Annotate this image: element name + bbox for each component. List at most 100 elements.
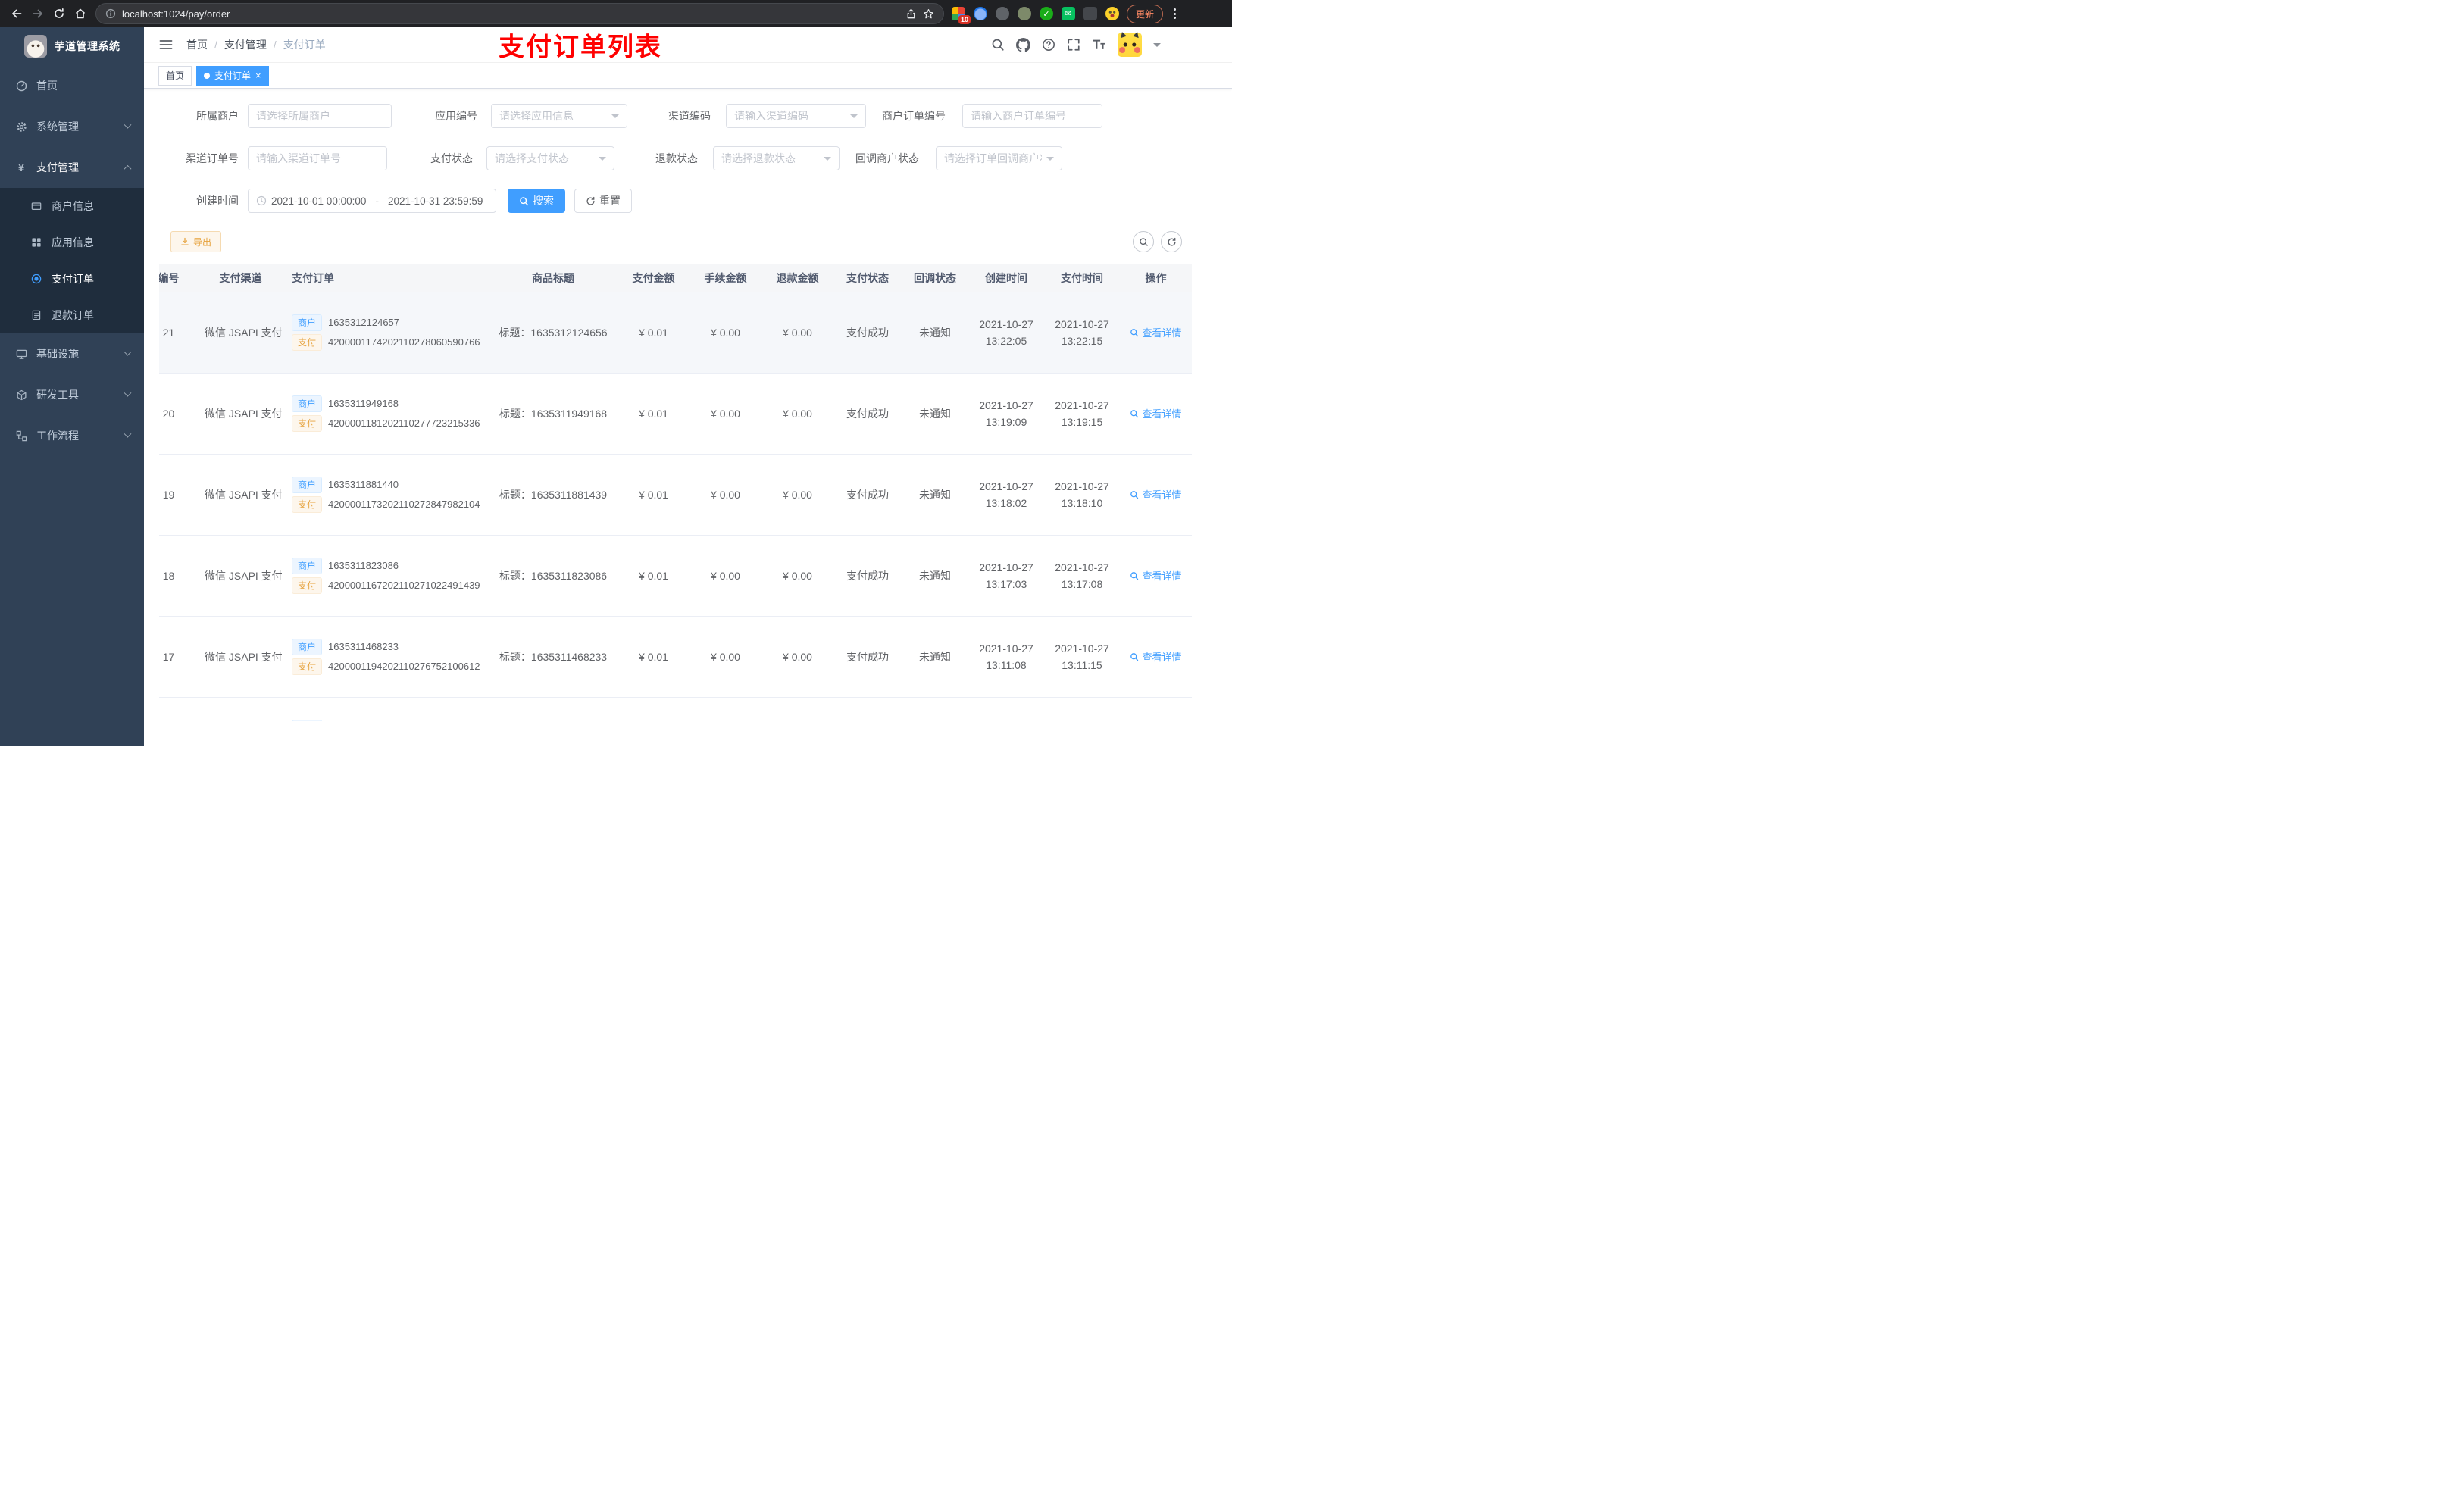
cell-actions: 查看详情 <box>1120 535 1192 617</box>
merchant-input[interactable] <box>248 104 392 128</box>
extension-icon[interactable] <box>1105 7 1119 20</box>
table-row[interactable]: 商户 1635311157576 支付 标题： 查看详情 <box>159 697 1192 721</box>
extension-icon[interactable] <box>973 7 987 20</box>
column-header: 支付状态 <box>833 264 902 292</box>
help-icon[interactable] <box>1042 38 1055 52</box>
search-icon[interactable] <box>991 38 1005 52</box>
view-detail-label: 查看详情 <box>1142 408 1182 420</box>
sidebar-item-pay[interactable]: ¥ 支付管理 <box>0 147 144 188</box>
table-row[interactable]: 19 微信 JSAPI 支付 商户 1635311881440 支付 42000… <box>159 454 1192 536</box>
view-detail-link[interactable]: 查看详情 <box>1130 325 1182 339</box>
filter-create-time: 创建时间 2021-10-01 00:00:00 - 2021-10-31 23… <box>159 189 496 213</box>
table-row[interactable]: 21 微信 JSAPI 支付 商户 1635312124657 支付 42000… <box>159 292 1192 374</box>
date-end[interactable]: 2021-10-31 23:59:59 <box>388 195 483 207</box>
app-logo[interactable]: 芋道管理系统 <box>0 27 144 65</box>
export-button[interactable]: 导出 <box>170 231 222 252</box>
app-no-select[interactable]: 请选择应用信息 <box>491 104 627 128</box>
extension-icon[interactable]: 10 <box>951 7 971 24</box>
extension-icon[interactable]: ✓ <box>1039 7 1053 20</box>
filter-notify-status: 回调商户状态 请选择订单回调商户状态 <box>840 146 1062 170</box>
breadcrumb-home[interactable]: 首页 <box>186 37 208 52</box>
reset-button[interactable]: 重置 <box>574 189 632 213</box>
channel-code-select[interactable]: 请输入渠道编码 <box>726 104 866 128</box>
cell-notify-status: 未通知 <box>902 454 968 536</box>
browser-update-button[interactable]: 更新 <box>1126 4 1163 23</box>
cell-actions: 查看详情 <box>1120 292 1192 374</box>
sidebar-item-infra[interactable]: 基础设施 <box>0 333 144 374</box>
search-button[interactable]: 搜索 <box>508 189 565 213</box>
table-row[interactable]: 20 微信 JSAPI 支付 商户 1635311949168 支付 42000… <box>159 373 1192 455</box>
cell-actions: 查看详情 <box>1120 616 1192 698</box>
pay-tag: 支付 <box>292 495 323 513</box>
view-detail-link[interactable]: 查看详情 <box>1130 649 1182 664</box>
refresh-icon[interactable] <box>1161 231 1182 252</box>
cell-refund: ¥ 0.00 <box>761 535 833 617</box>
sidebar-item-home[interactable]: 首页 <box>0 65 144 106</box>
reload-icon[interactable] <box>48 3 70 24</box>
caret-down-icon[interactable] <box>1153 42 1161 51</box>
cell-title: 标题：1635311949168 <box>489 373 618 455</box>
chevron-down-icon <box>611 114 619 122</box>
extension-icon[interactable]: ✉ <box>1061 7 1075 20</box>
pay-status-select[interactable]: 请选择支付状态 <box>486 146 614 170</box>
select-placeholder: 请选择订单回调商户状态 <box>944 152 1042 164</box>
tab-home[interactable]: 首页 <box>158 65 192 86</box>
sidebar-item-label: 退款订单 <box>52 309 94 321</box>
table-row[interactable]: 17 微信 JSAPI 支付 商户 1635311468233 支付 42000… <box>159 616 1192 698</box>
toggle-search-icon[interactable] <box>1133 231 1154 252</box>
close-icon[interactable]: × <box>255 70 261 80</box>
table-row[interactable]: 18 微信 JSAPI 支付 商户 1635311823086 支付 42000… <box>159 535 1192 617</box>
back-icon[interactable] <box>6 3 27 24</box>
cell-create-time: 2021-10-27 13:17:03 <box>968 535 1044 617</box>
bookmark-star-icon[interactable] <box>923 8 934 20</box>
sidebar-item-workflow[interactable]: 工作流程 <box>0 415 144 456</box>
github-icon[interactable] <box>1016 37 1030 52</box>
channel-order-no-input[interactable] <box>248 146 387 170</box>
select-placeholder: 请选择支付状态 <box>495 152 569 164</box>
sidebar-item-app-info[interactable]: 应用信息 <box>0 224 144 261</box>
menu-fold-icon[interactable] <box>156 36 176 54</box>
sidebar-item-refund-order[interactable]: 退款订单 <box>0 297 144 333</box>
merchant-input-field[interactable] <box>256 110 383 122</box>
column-header: 支付金额 <box>618 264 689 292</box>
filter-row-1: 所属商户 应用编号 请选择应用信息 渠道编码 <box>159 104 1217 128</box>
font-size-icon[interactable] <box>1092 38 1106 52</box>
extension-icon[interactable] <box>1083 7 1097 20</box>
site-info-icon[interactable] <box>105 8 116 19</box>
view-detail-link[interactable]: 查看详情 <box>1130 568 1182 583</box>
extension-icon[interactable] <box>995 7 1009 20</box>
fullscreen-icon[interactable] <box>1067 38 1080 52</box>
create-time-range[interactable]: 2021-10-01 00:00:00 - 2021-10-31 23:59:5… <box>248 189 496 213</box>
view-detail-link[interactable]: 查看详情 <box>1130 406 1182 420</box>
table-toolbar: 导出 <box>159 231 1217 252</box>
url-text[interactable]: localhost:1024/pay/order <box>122 8 230 20</box>
refund-status-select[interactable]: 请选择退款状态 <box>713 146 840 170</box>
mch-order-no-input[interactable] <box>962 104 1102 128</box>
forward-icon[interactable] <box>27 3 48 24</box>
view-detail-link[interactable]: 查看详情 <box>1130 487 1182 502</box>
export-button-label: 导出 <box>193 236 212 248</box>
tab-pay-order[interactable]: 支付订单 × <box>196 65 269 86</box>
extension-icon[interactable] <box>1017 7 1031 20</box>
sidebar-item-pay-order[interactable]: 支付订单 <box>0 261 144 297</box>
sidebar-item-merchant-info[interactable]: 商户信息 <box>0 188 144 224</box>
address-bar[interactable]: localhost:1024/pay/order <box>95 3 944 24</box>
cell-pay-time: 2021-10-27 13:19:15 <box>1044 373 1120 455</box>
breadcrumb-pay[interactable]: 支付管理 <box>224 37 267 52</box>
column-header: 回调状态 <box>902 264 968 292</box>
share-icon[interactable] <box>905 8 917 20</box>
navbar-actions <box>991 33 1220 57</box>
cell-pay-order: 商户 1635311949168 支付 42000011812021102777… <box>284 373 489 455</box>
screen: localhost:1024/pay/order 10 ✓ ✉ 更新 芋道管理系… <box>0 0 1232 746</box>
browser-menu-icon[interactable] <box>1169 5 1180 22</box>
channel-order-no-input-field[interactable] <box>256 152 379 164</box>
home-icon[interactable] <box>70 3 91 24</box>
sidebar-item-devtools[interactable]: 研发工具 <box>0 374 144 415</box>
mch-order-no-input-field[interactable] <box>971 110 1094 122</box>
dashboard-icon <box>15 80 27 92</box>
cell-pay-status: 支付成功 <box>833 292 902 374</box>
date-start[interactable]: 2021-10-01 00:00:00 <box>271 195 366 207</box>
user-avatar[interactable] <box>1118 33 1142 57</box>
sidebar-item-system[interactable]: 系统管理 <box>0 106 144 147</box>
notify-status-select[interactable]: 请选择订单回调商户状态 <box>936 146 1062 170</box>
